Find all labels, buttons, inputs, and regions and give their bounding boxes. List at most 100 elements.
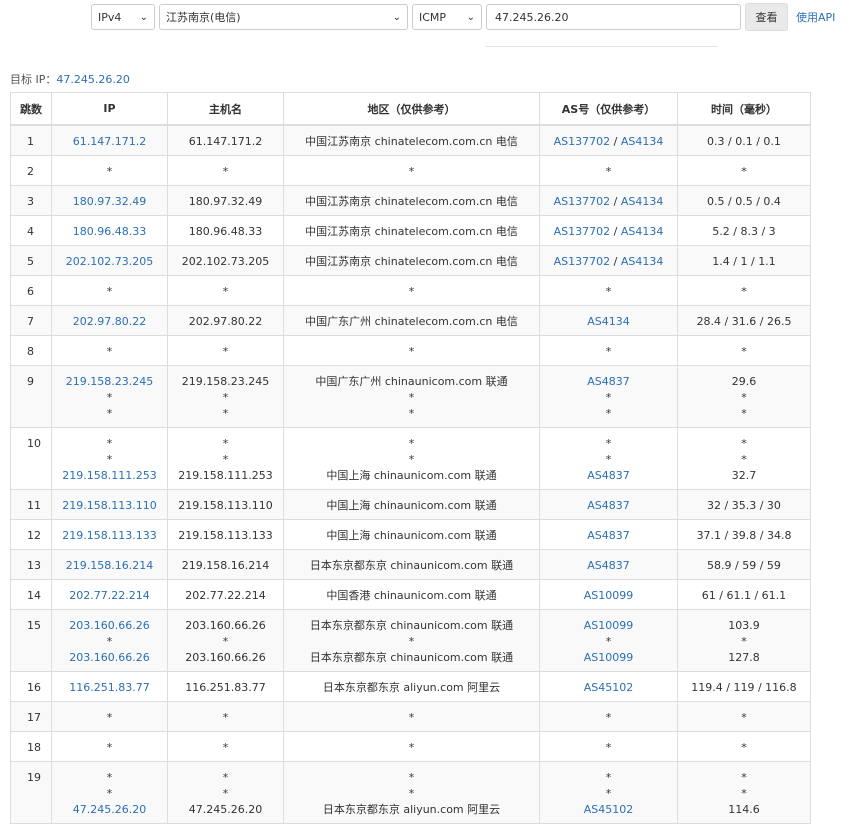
ip-line: * xyxy=(106,344,113,358)
api-link[interactable]: 使用API xyxy=(796,9,835,25)
time-cell: * xyxy=(677,700,811,732)
ip-cell: * xyxy=(51,334,168,366)
table-row: 7 202.97.80.22 202.97.80.22 中国广东广州 chinatel… xyxy=(10,304,811,336)
target-input[interactable]: 47.245.26.20 xyxy=(486,4,741,30)
as-link[interactable]: AS137702 xyxy=(554,135,611,148)
location-value: 江苏南京(电信) xyxy=(166,11,241,24)
ip-line: * xyxy=(106,390,113,404)
location-select[interactable]: 江苏南京(电信) ⌄ xyxy=(159,4,408,30)
region-line: 日本东京都东京 chinaunicom.com 联通 xyxy=(309,558,514,572)
as-value: * xyxy=(605,164,612,178)
header-region: 地区（仅供参考） xyxy=(283,92,540,126)
time-cell: 32 / 35.3 / 30 xyxy=(677,488,811,520)
ip-link[interactable]: 180.96.48.33 xyxy=(53,224,166,240)
target-ip-value[interactable]: 47.245.26.20 xyxy=(56,73,129,86)
ip-link[interactable]: 47.245.26.20 xyxy=(53,802,166,818)
as-link[interactable]: AS4837 xyxy=(587,559,630,572)
ip-link[interactable]: 219.158.23.245 xyxy=(53,374,166,390)
time-cell: * * 32.7 xyxy=(677,426,811,490)
as-link[interactable]: AS4134 xyxy=(621,255,664,268)
as-value: * xyxy=(605,284,612,298)
as-cell: * * AS45102 xyxy=(539,760,678,824)
ip-link[interactable]: 202.102.73.205 xyxy=(53,254,166,270)
time-line: * xyxy=(741,390,747,404)
as-line: * xyxy=(541,786,676,802)
as-line: * xyxy=(541,284,676,300)
ip-version-value: IPv4 xyxy=(98,10,122,24)
time-line: * xyxy=(741,786,747,800)
host-cell: 61.147.171.2 xyxy=(167,124,284,156)
target-ip-line: 目标 IP：47.245.26.20 xyxy=(10,71,130,87)
hop-cell: 16 xyxy=(10,670,52,702)
view-button[interactable]: 查看 xyxy=(745,3,788,31)
as-link[interactable]: AS10099 xyxy=(584,589,634,602)
region-line: 中国江苏南京 chinatelecom.com.cn 电信 xyxy=(305,135,518,148)
ip-link[interactable]: 219.158.16.214 xyxy=(53,558,166,574)
ip-line: * xyxy=(106,406,113,420)
host-cell: * xyxy=(167,274,284,306)
ip-link[interactable]: 219.158.113.110 xyxy=(53,498,166,514)
host-line: 202.97.80.22 xyxy=(188,314,263,328)
header-as: AS号（仅供参考） xyxy=(539,92,678,126)
as-value: * xyxy=(605,390,612,404)
region-line: 日本东京都东京 aliyun.com 阿里云 xyxy=(322,802,501,816)
region-cell: 日本东京都东京 chinaunicom.com 联通 xyxy=(283,548,540,580)
ip-version-select[interactable]: IPv4 ⌄ xyxy=(91,4,155,30)
ip-link[interactable]: 203.160.66.26 xyxy=(53,618,166,634)
as-cell: AS45102 xyxy=(539,670,678,702)
as-link[interactable]: AS137702 xyxy=(554,225,611,238)
time-line: 103.9 xyxy=(728,618,760,632)
as-link[interactable]: AS45102 xyxy=(584,803,634,816)
ip-link[interactable]: 219.158.111.253 xyxy=(53,468,166,484)
as-link[interactable]: AS4134 xyxy=(587,315,630,328)
ip-cell: 219.158.113.110 xyxy=(51,488,168,520)
host-line: * xyxy=(222,786,229,800)
hop-cell: 3 xyxy=(10,184,52,216)
ip-link[interactable]: 116.251.83.77 xyxy=(53,680,166,696)
region-line: 中国江苏南京 chinatelecom.com.cn 电信 xyxy=(305,194,518,208)
time-cell: 28.4 / 31.6 / 26.5 xyxy=(677,304,811,336)
as-link[interactable]: AS4837 xyxy=(587,375,630,388)
as-cell: AS4134 xyxy=(539,304,678,336)
hop-cell: 10 xyxy=(10,426,52,490)
time-cell: 1.4 / 1 / 1.1 xyxy=(677,244,811,276)
region-line: 中国香港 chinaunicom.com 联通 xyxy=(326,588,497,602)
as-link[interactable]: AS137702 xyxy=(554,255,611,268)
region-cell: * xyxy=(283,700,540,732)
table-row: 18 * * * * * xyxy=(10,730,811,762)
as-cell: AS137702 / AS4134 xyxy=(539,214,678,246)
ip-link[interactable]: 203.160.66.26 xyxy=(53,650,166,666)
host-line: 219.158.16.214 xyxy=(181,558,270,572)
as-line: AS10099 xyxy=(541,650,676,666)
ip-link[interactable]: 61.147.171.2 xyxy=(53,134,166,150)
ip-link[interactable]: 202.77.22.214 xyxy=(53,588,166,604)
region-cell: 中国江苏南京 chinatelecom.com.cn 电信 xyxy=(283,184,540,216)
host-cell: * * 219.158.111.253 xyxy=(167,426,284,490)
region-line: 日本东京都东京 aliyun.com 阿里云 xyxy=(322,680,501,694)
time-cell: 0.3 / 0.1 / 0.1 xyxy=(677,124,811,156)
ip-link[interactable]: 202.97.80.22 xyxy=(53,314,166,330)
table-row: 15 203.160.66.26 * 203.160.66.26 203.160.66.… xyxy=(10,608,811,672)
as-link[interactable]: AS4837 xyxy=(587,529,630,542)
as-cell: AS10099 xyxy=(539,578,678,610)
protocol-select[interactable]: ICMP ⌄ xyxy=(412,4,482,30)
as-line: AS10099 xyxy=(541,618,676,634)
as-link[interactable]: AS4837 xyxy=(587,499,630,512)
as-link[interactable]: AS10099 xyxy=(584,619,634,632)
ip-cell: * xyxy=(51,700,168,732)
ip-link[interactable]: 219.158.113.133 xyxy=(53,528,166,544)
as-link[interactable]: AS45102 xyxy=(584,681,634,694)
as-link[interactable]: AS137702 xyxy=(554,195,611,208)
region-line: * xyxy=(408,406,415,420)
time-cell: 119.4 / 119 / 116.8 xyxy=(677,670,811,702)
time-cell: * xyxy=(677,730,811,762)
as-link[interactable]: AS4134 xyxy=(621,225,664,238)
table-row: 16 116.251.83.77 116.251.83.77 日本东京都东京 aliy… xyxy=(10,670,811,702)
as-link[interactable]: AS4134 xyxy=(621,195,664,208)
ip-link[interactable]: 180.97.32.49 xyxy=(53,194,166,210)
region-line: 日本东京都东京 chinaunicom.com 联通 xyxy=(309,650,514,664)
as-link[interactable]: AS10099 xyxy=(584,651,634,664)
as-link[interactable]: AS4134 xyxy=(621,135,664,148)
region-cell: * xyxy=(283,154,540,186)
as-link[interactable]: AS4837 xyxy=(587,469,630,482)
